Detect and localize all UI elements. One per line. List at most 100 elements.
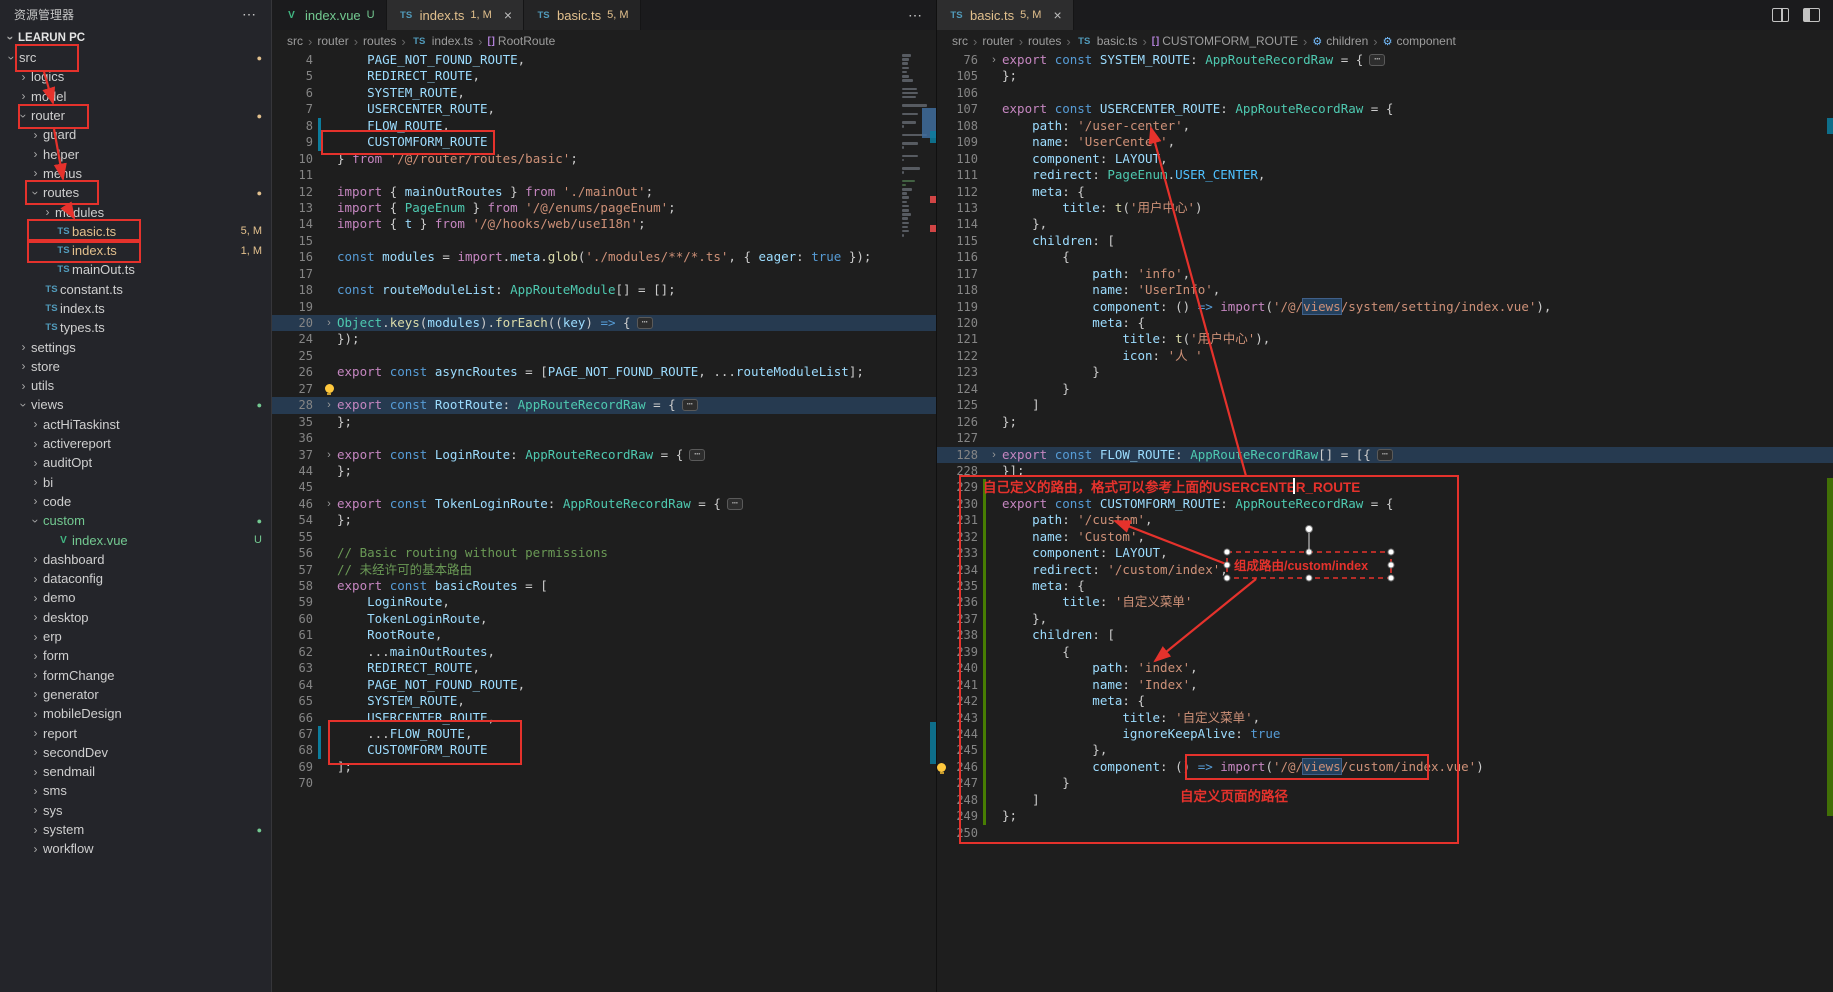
breadcrumb-item-CUSTOMFORM_ROUTE[interactable]: [ ]CUSTOMFORM_ROUTE [1152,34,1298,48]
code-line-228[interactable]: 228}]; [937,463,1833,479]
workspace-section-header[interactable]: › LEARUN PC [0,28,271,48]
code-line-126[interactable]: 126}; [937,414,1833,430]
code-line-57[interactable]: 57// 未经许可的基本路由 [272,562,936,578]
code-line-108[interactable]: 108 path: '/user-center', [937,118,1833,134]
code-line-249[interactable]: 249}; [937,808,1833,824]
code-line-35[interactable]: 35}; [272,414,936,430]
code-line-250[interactable]: 250 [937,825,1833,841]
code-line-106[interactable]: 106 [937,85,1833,101]
code-line-44[interactable]: 44}; [272,463,936,479]
code-line-114[interactable]: 114 }, [937,216,1833,232]
tree-item-index.ts[interactable]: TSindex.ts [0,299,271,318]
tree-item-report[interactable]: ›report [0,723,271,742]
code-line-118[interactable]: 118 name: 'UserInfo', [937,282,1833,298]
code-line-239[interactable]: 239 { [937,644,1833,660]
tree-item-mainOut.ts[interactable]: TSmainOut.ts [0,260,271,279]
code-line-46[interactable]: 46›export const TokenLoginRoute: AppRout… [272,496,936,512]
code-line-243[interactable]: 243 title: '自定义菜单', [937,710,1833,726]
tree-item-index.ts[interactable]: TSindex.ts1, M [0,241,271,260]
code-line-17[interactable]: 17 [272,266,936,282]
code-line-37[interactable]: 37›export const LoginRoute: AppRouteReco… [272,447,936,463]
code-line-68[interactable]: 68 CUSTOMFORM_ROUTE [272,742,936,758]
tree-item-dashboard[interactable]: ›dashboard [0,550,271,569]
tree-item-constant.ts[interactable]: TSconstant.ts [0,280,271,299]
tree-item-auditOpt[interactable]: ›auditOpt [0,453,271,472]
code-line-113[interactable]: 113 title: t('用户中心') [937,200,1833,216]
tree-item-types.ts[interactable]: TStypes.ts [0,318,271,337]
code-line-125[interactable]: 125 ] [937,397,1833,413]
code-line-25[interactable]: 25 [272,348,936,364]
tree-item-dataconfig[interactable]: ›dataconfig [0,569,271,588]
tree-item-mobileDesign[interactable]: ›mobileDesign [0,704,271,723]
code-line-109[interactable]: 109 name: 'UserCenter', [937,134,1833,150]
tree-item-modules[interactable]: ›modules [0,202,271,221]
more-actions-icon[interactable]: ⋯ [242,6,257,23]
folded-code-ellipsis[interactable]: ⋯ [1377,449,1393,461]
tree-item-settings[interactable]: ›settings [0,337,271,356]
customize-layout-icon[interactable] [1803,8,1820,22]
lightbulb-icon[interactable] [325,384,334,393]
code-line-24[interactable]: 24}); [272,331,936,347]
code-line-55[interactable]: 55 [272,529,936,545]
tree-item-bi[interactable]: ›bi [0,473,271,492]
code-line-117[interactable]: 117 path: 'info', [937,266,1833,282]
code-line-58[interactable]: 58export const basicRoutes = [ [272,578,936,594]
code-line-10[interactable]: 10} from '/@/router/routes/basic'; [272,151,936,167]
tree-item-desktop[interactable]: ›desktop [0,608,271,627]
folded-code-ellipsis[interactable]: ⋯ [727,498,743,510]
tree-item-custom[interactable]: ›custom● [0,511,271,530]
close-icon[interactable]: × [504,8,512,22]
code-line-56[interactable]: 56// Basic routing without permissions [272,545,936,561]
code-line-26[interactable]: 26export const asyncRoutes = [PAGE_NOT_F… [272,364,936,380]
fold-chevron-icon[interactable]: › [986,447,1002,463]
code-line-240[interactable]: 240 path: 'index', [937,660,1833,676]
tree-item-router[interactable]: ›router● [0,106,271,125]
code-line-128[interactable]: 128›export const FLOW_ROUTE: AppRouteRec… [937,447,1833,463]
folded-code-ellipsis[interactable]: ⋯ [689,449,705,461]
fold-chevron-icon[interactable]: › [321,496,337,512]
code-line-60[interactable]: 60 TokenLoginRoute, [272,611,936,627]
tree-item-views[interactable]: ›views● [0,395,271,414]
code-line-28[interactable]: 28›export const RootRoute: AppRouteRecor… [272,397,936,413]
code-line-244[interactable]: 244 ignoreKeepAlive: true [937,726,1833,742]
tab-index.ts[interactable]: TSindex.ts1, M× [387,0,524,30]
tab-basic.ts[interactable]: TSbasic.ts5, M× [937,0,1074,30]
code-line-238[interactable]: 238 children: [ [937,627,1833,643]
breadcrumb-item-index.ts[interactable]: TSindex.ts [411,34,473,48]
tree-item-src[interactable]: ›src● [0,48,271,67]
fold-chevron-icon[interactable]: › [321,397,337,413]
code-line-9[interactable]: 9 CUSTOMFORM_ROUTE [272,134,936,150]
code-line-20[interactable]: 20›Object.keys(modules).forEach((key) =>… [272,315,936,331]
code-line-63[interactable]: 63 REDIRECT_ROUTE, [272,660,936,676]
code-line-14[interactable]: 14import { t } from '/@/hooks/web/useI18… [272,216,936,232]
code-line-65[interactable]: 65 SYSTEM_ROUTE, [272,693,936,709]
code-line-7[interactable]: 7 USERCENTER_ROUTE, [272,101,936,117]
tree-item-generator[interactable]: ›generator [0,685,271,704]
code-line-241[interactable]: 241 name: 'Index', [937,677,1833,693]
code-line-66[interactable]: 66 USERCENTER_ROUTE, [272,710,936,726]
tree-item-form[interactable]: ›form [0,646,271,665]
tree-item-erp[interactable]: ›erp [0,627,271,646]
code-line-12[interactable]: 12import { mainOutRoutes } from './mainO… [272,184,936,200]
code-line-62[interactable]: 62 ...mainOutRoutes, [272,644,936,660]
tree-item-sms[interactable]: ›sms [0,781,271,800]
tree-item-secondDev[interactable]: ›secondDev [0,743,271,762]
code-line-61[interactable]: 61 RootRoute, [272,627,936,643]
code-line-69[interactable]: 69]; [272,759,936,775]
code-line-36[interactable]: 36 [272,430,936,446]
code-line-248[interactable]: 248 ] [937,792,1833,808]
breadcrumb-item-router[interactable]: router [317,34,348,48]
tree-item-workflow[interactable]: ›workflow [0,839,271,858]
code-line-124[interactable]: 124 } [937,381,1833,397]
code-line-229[interactable]: 229 [937,479,1833,495]
code-line-232[interactable]: 232 name: 'Custom', [937,529,1833,545]
code-line-45[interactable]: 45 [272,479,936,495]
tree-item-activereport[interactable]: ›activereport [0,434,271,453]
code-line-112[interactable]: 112 meta: { [937,184,1833,200]
tree-item-utils[interactable]: ›utils [0,376,271,395]
code-line-105[interactable]: 105}; [937,68,1833,84]
code-line-242[interactable]: 242 meta: { [937,693,1833,709]
tree-item-basic.ts[interactable]: TSbasic.ts5, M [0,222,271,241]
tree-item-sendmail[interactable]: ›sendmail [0,762,271,781]
code-line-246[interactable]: 246 component: () => import('/@/views/cu… [937,759,1833,775]
